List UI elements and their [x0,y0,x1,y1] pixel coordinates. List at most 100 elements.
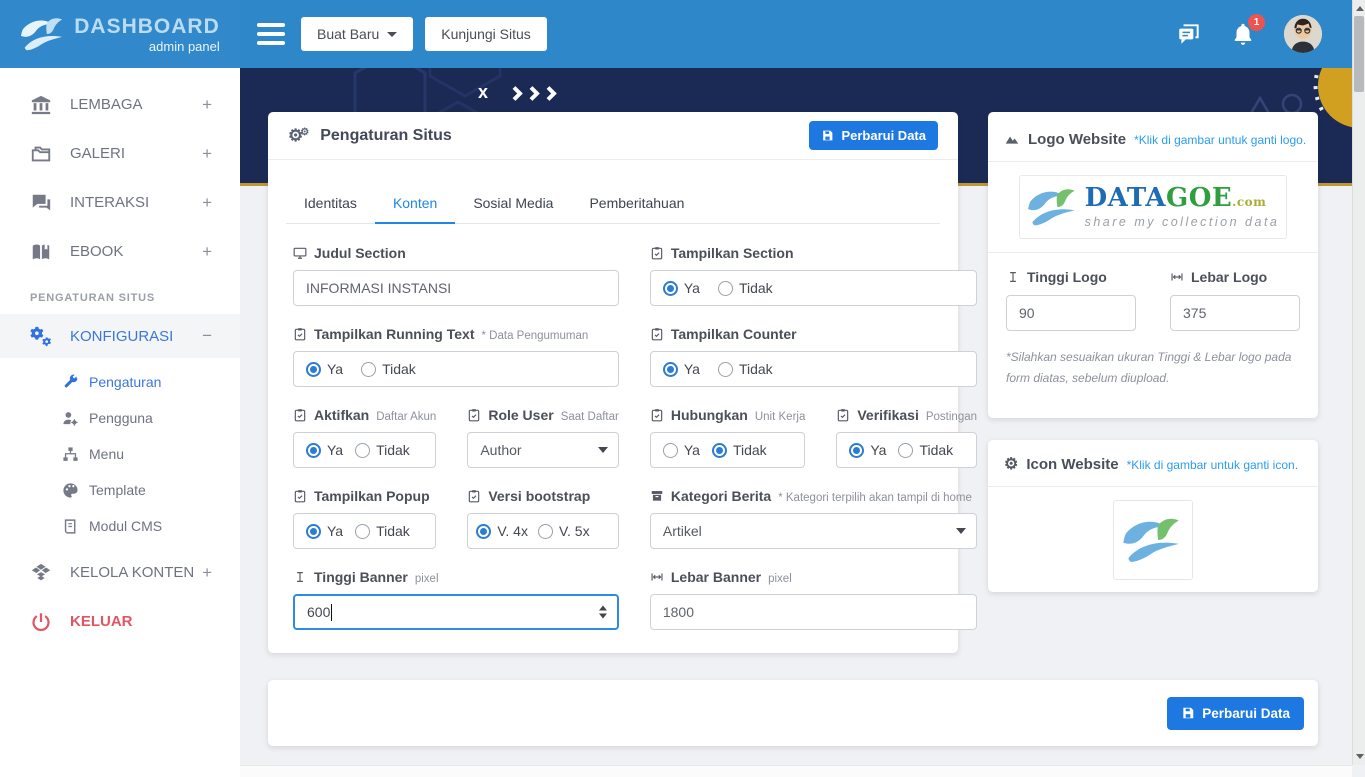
konten-form: Judul Section Tampilkan Section Ya Tidak… [268,224,958,630]
arrows-width-icon [1170,270,1184,284]
messages-icon[interactable] [1176,21,1202,47]
tab-sosial-media[interactable]: Sosial Media [455,184,571,223]
checklist-icon [293,489,307,503]
cog-icon: ⚙ [1004,457,1018,473]
settings-card: ⚙⚙ Pengaturan Situs Perbarui Data Identi… [268,112,958,653]
text-cursor [331,604,332,621]
radio-option[interactable]: V. 4x [476,523,528,539]
vertical-scrollbar[interactable] [1352,0,1365,765]
save-icon [821,129,834,142]
site-icon-image[interactable] [1113,500,1193,580]
radio-option[interactable]: Tidak [718,280,773,296]
checklist-icon [293,408,307,422]
user-gear-icon [62,410,79,427]
visit-site-button[interactable]: Kunjungi Situs [425,17,547,51]
radio-option[interactable]: Ya [663,361,700,377]
field-versi-bootstrap: Versi bootstrap V. 4x V. 5x [467,487,619,549]
checklist-icon [650,246,664,260]
field-lebar-banner: Lebar Banner pixel [650,568,977,630]
datagoe-bird-icon [1027,186,1079,228]
sidebar-item-konfigurasi[interactable]: KONFIGURASI − [0,314,240,358]
chevrons-decor-icon [512,86,564,101]
field-tinggi-logo: Tinggi Logo [1006,268,1136,331]
radio-option[interactable]: Tidak [355,442,410,458]
submenu-item-template[interactable]: Template [0,472,240,508]
radio-option[interactable]: Ya [849,442,886,458]
kategori-berita-select[interactable]: Artikel [650,513,977,549]
tab-konten[interactable]: Konten [375,184,455,223]
field-kategori-berita: Kategori Berita * Kategori terpilih akan… [650,487,977,549]
sidebar-item-keluar[interactable]: KELUAR [0,597,240,646]
scroll-down-arrow[interactable] [1356,754,1364,759]
institution-icon [30,94,52,116]
radio-option[interactable]: Tidak [898,442,953,458]
radio-icon [355,524,370,539]
brand-logo[interactable]: DASHBOARD admin panel [0,0,240,68]
lebar-logo-input[interactable] [1170,295,1300,331]
checklist-icon [650,408,664,422]
field-tampilkan-running-text: Tampilkan Running Text * Data Pengumuman… [293,325,619,387]
create-new-button[interactable]: Buat Baru [301,17,413,51]
radio-icon [361,362,376,377]
radio-icon [712,443,727,458]
sidebar-item-lembaga[interactable]: LEMBAGA + [0,80,240,129]
sidebar-item-ebook[interactable]: EBOOK + [0,227,240,276]
chevron-down-icon [387,32,397,37]
lebar-banner-input[interactable] [650,594,977,630]
radio-option[interactable]: Ya [663,280,700,296]
submenu-item-modul-cms[interactable]: Modul CMS [0,508,240,544]
field-lebar-logo: Lebar Logo [1170,268,1300,331]
footer-action-bar: Perbarui Data [268,680,1318,746]
radio-option[interactable]: Tidak [355,523,410,539]
number-spinner[interactable] [599,606,607,619]
journal-icon [62,518,79,535]
brand-title: DASHBOARD [74,16,220,37]
horizontal-scrollbar[interactable] [240,765,1352,777]
submenu-item-pengguna[interactable]: Pengguna [0,400,240,436]
radio-icon [663,362,678,377]
book-icon [30,241,52,263]
scrollbar-thumb[interactable] [1354,16,1364,92]
update-data-button-top[interactable]: Perbarui Data [809,121,938,150]
submenu-item-pengaturan[interactable]: Pengaturan [0,364,240,400]
tab-identitas[interactable]: Identitas [286,184,375,223]
notification-badge: 1 [1248,14,1265,31]
judul-section-input[interactable] [293,270,619,306]
decor-x: x [478,82,488,103]
radio-option[interactable]: Ya [306,361,343,377]
radio-option[interactable]: Ya [306,523,343,539]
radio-icon [538,524,553,539]
change-icon-hint: *Klik di gambar untuk ganti icon. [1127,458,1298,472]
sidebar: LEMBAGA + GALERI + INTERAKSI + EBOOK + P… [0,68,240,777]
role-user-select[interactable]: Author [467,432,619,468]
radio-option[interactable]: Tidak [718,361,773,377]
tinggi-logo-input[interactable] [1006,295,1136,331]
palette-icon [62,482,79,499]
radio-icon [306,362,321,377]
tinggi-banner-input[interactable]: 600 [293,594,619,630]
tab-pemberitahuan[interactable]: Pemberitahuan [571,184,702,223]
radio-option[interactable]: Tidak [712,442,767,458]
radio-option[interactable]: Tidak [361,361,416,377]
notifications-bell-icon[interactable]: 1 [1230,21,1256,47]
logo-suffix: .com [1232,195,1266,209]
radio-option[interactable]: Ya [306,442,343,458]
radio-option[interactable]: Ya [663,442,700,458]
menu-toggle-icon[interactable] [257,18,287,50]
sidebar-item-kelola-konten[interactable]: KELOLA KONTEN + [0,548,240,597]
radio-option[interactable]: V. 5x [538,523,590,539]
submenu-item-menu[interactable]: Menu [0,436,240,472]
monitor-icon [293,246,307,260]
collapse-icon: − [202,326,212,346]
field-tampilkan-popup: Tampilkan Popup Ya Tidak [293,487,436,549]
sidebar-item-interaksi[interactable]: INTERAKSI + [0,178,240,227]
scroll-up-arrow[interactable] [1356,6,1364,11]
user-avatar[interactable] [1284,15,1322,53]
update-data-button-bottom[interactable]: Perbarui Data [1167,697,1304,730]
site-logo-image[interactable]: DATAGOE.com share my collection data [1019,175,1287,239]
brand-bird-icon [20,16,66,52]
checklist-icon [836,408,850,422]
radio-icon [849,443,864,458]
expand-icon: + [202,95,212,115]
sidebar-item-galeri[interactable]: GALERI + [0,129,240,178]
